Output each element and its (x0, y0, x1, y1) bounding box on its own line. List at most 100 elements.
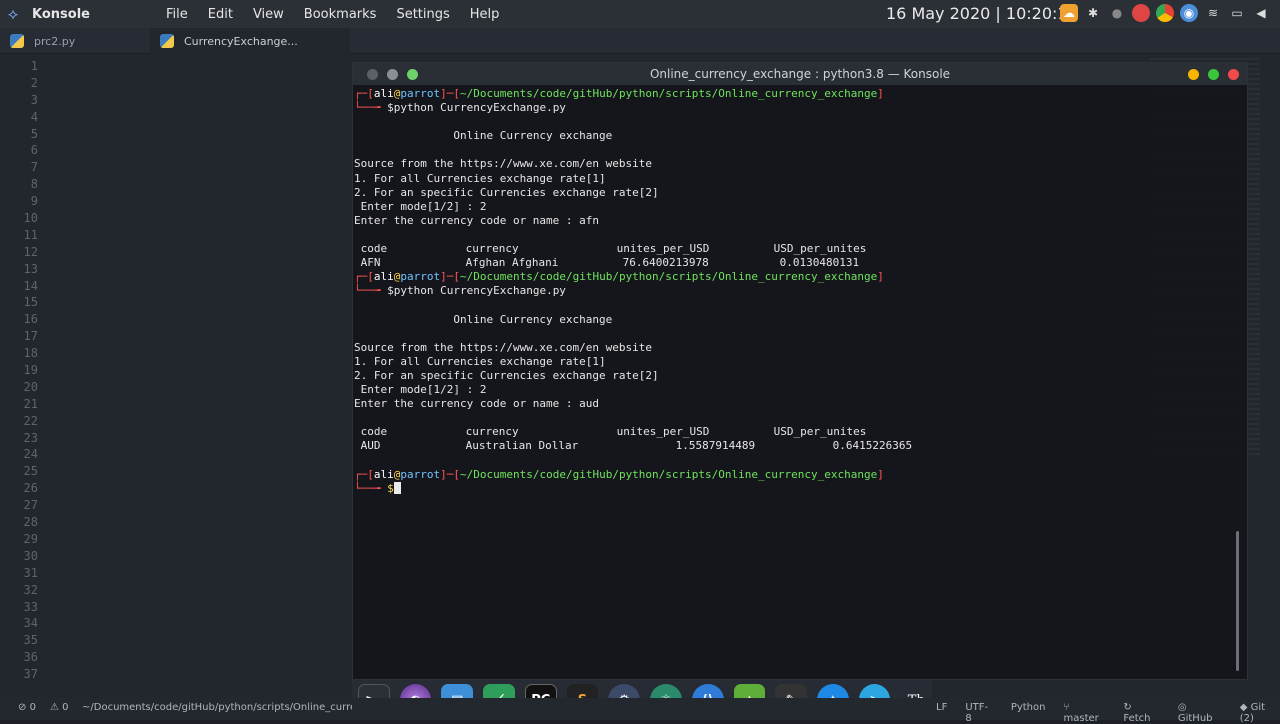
git-panel[interactable]: ◆ Git (2) (1240, 702, 1280, 724)
maximize-button[interactable] (1208, 69, 1219, 80)
git-branch[interactable]: ⑂ master (1063, 702, 1105, 724)
prompt-host: parrot (400, 467, 441, 481)
git-fetch[interactable]: ↻ Fetch (1123, 702, 1159, 724)
prompt-user: ali (373, 467, 394, 481)
git-label: Git (2) (1239, 702, 1266, 724)
cell-code: AUD (360, 439, 381, 453)
warnings-value: 0 (62, 702, 69, 713)
terminal-line: Enter mode[1/2] : 2 (354, 382, 487, 396)
terminal-line: 2. For an specific Currencies exchange r… (354, 185, 659, 199)
menu-bookmarks[interactable]: Bookmarks (294, 7, 387, 22)
line-number: 7 (30, 160, 38, 175)
prompt-user: ali (373, 270, 394, 284)
globe-icon[interactable]: ◉ (1180, 4, 1198, 22)
line-number: 28 (23, 515, 38, 530)
terminal-line: Online Currency exchange (354, 313, 1234, 327)
line-number: 10 (23, 211, 38, 226)
system-tray: ☁ ✱ ● ◉ ≋ ▭ ◀ ⋯ (1060, 4, 1280, 22)
menu-view[interactable]: View (243, 7, 294, 22)
line-number: 33 (23, 599, 38, 614)
command: $python CurrencyExchange.py (387, 101, 566, 115)
text-cursor (393, 481, 401, 494)
minimize-button[interactable] (1188, 69, 1199, 80)
notifications-icon[interactable]: ✱ (1084, 4, 1102, 22)
cell-usd-per-unites: 0.6415226365 (832, 439, 913, 453)
cell-code: AFN (360, 256, 381, 270)
prompt-path: ~/Documents/code/gitHub/python/scripts/O… (460, 467, 878, 481)
editor-tab-bar: prc2.py CurrencyExchange... (0, 28, 1280, 54)
errors-count[interactable]: ⊘ 0 (18, 702, 36, 713)
col-unites-per-usd: unites_per_USD (616, 425, 710, 439)
github-panel[interactable]: ◎ GitHub (1178, 702, 1222, 724)
cell-unites-per-usd: 1.5587914489 (675, 439, 756, 453)
cell-usd-per-unites: 0.0130480131 (779, 256, 860, 270)
terminal-line: Source from the https://www.xe.com/en we… (354, 157, 653, 171)
line-number: 14 (23, 278, 38, 293)
terminal-scrollbar[interactable] (1236, 531, 1239, 671)
diagnostics[interactable]: ⊘ 0 ⚠ 0 (18, 702, 68, 713)
line-number: 5 (30, 126, 38, 141)
tab-prc2[interactable]: prc2.py (0, 28, 150, 54)
file-path[interactable]: ~/Documents/code/gitHub/python/scripts/O… (82, 702, 352, 713)
line-number: 35 (23, 633, 38, 648)
line-number: 4 (30, 109, 38, 124)
python-file-icon (160, 34, 174, 48)
col-code: code (360, 242, 388, 256)
line-number: 17 (23, 329, 38, 344)
line-ending[interactable]: LF (936, 702, 947, 724)
volume-icon[interactable]: ◀ (1252, 4, 1270, 22)
line-number: 3 (30, 92, 38, 107)
terminal-line: Online Currency exchange (354, 129, 1234, 143)
line-number: 15 (23, 295, 38, 310)
terminal-input-line[interactable]: └──╼ $ (354, 481, 1234, 496)
clock[interactable]: 16 May 2020 | 10:20:16 (886, 4, 1078, 23)
record-icon[interactable] (1132, 4, 1150, 22)
menu-file[interactable]: File (156, 7, 198, 22)
chrome-icon[interactable] (1156, 4, 1174, 22)
prompt-host: parrot (400, 87, 441, 100)
github-label: GitHub (1177, 713, 1213, 724)
prompt-symbol: $ (387, 481, 394, 495)
tab-label: prc2.py (34, 34, 76, 48)
warnings-count[interactable]: ⚠ 0 (50, 702, 69, 713)
line-number: 21 (23, 396, 38, 411)
konsole-titlebar[interactable]: Online_currency_exchange : python3.8 — K… (353, 63, 1247, 85)
microphone-icon[interactable]: ● (1108, 4, 1126, 22)
line-number: 30 (23, 548, 38, 563)
parrot-logo-icon[interactable]: ⟡ (0, 0, 26, 28)
line-number: 19 (23, 363, 38, 378)
weather-icon[interactable]: ☁ (1060, 4, 1078, 22)
result-header-row: code currency unites_per_USD USD_per_unites (354, 425, 1234, 439)
fetch-label: Fetch (1123, 713, 1151, 724)
tab-currency-exchange[interactable]: CurrencyExchange... (150, 28, 350, 54)
menu-help[interactable]: Help (460, 7, 510, 22)
tray-expand-icon[interactable]: ⋯ (1276, 4, 1280, 22)
menu-edit[interactable]: Edit (198, 7, 243, 22)
line-number: 31 (23, 565, 38, 580)
terminal-prompt: ┌─[ali@parrot]─[~/Documents/code/gitHub/… (354, 87, 884, 100)
battery-icon[interactable]: ▭ (1228, 4, 1246, 22)
active-app-name: Konsole (32, 6, 90, 22)
line-number: 36 (23, 650, 38, 665)
prompt-user: ali (373, 87, 394, 100)
line-number-gutter: 1 2 3 4 5 6 7 8 9 10 11 12 13 14 15 16 1… (0, 58, 52, 683)
line-number: 27 (23, 498, 38, 513)
line-number: 23 (23, 430, 38, 445)
line-number: 8 (30, 177, 38, 192)
system-top-panel: ⟡ Konsole File Edit View Bookmarks Setti… (0, 0, 1280, 28)
language-mode[interactable]: Python (1011, 702, 1046, 724)
line-number: 24 (23, 447, 38, 462)
konsole-window: Online_currency_exchange : python3.8 — K… (352, 62, 1248, 680)
terminal-output[interactable]: ┌─[ali@parrot]─[~/Documents/code/gitHub/… (354, 87, 1234, 496)
terminal-prompt: ┌─[ali@parrot]─[~/Documents/code/gitHub/… (354, 467, 884, 481)
encoding[interactable]: UTF-8 (965, 702, 992, 724)
tab-label: CurrencyExchange... (184, 34, 298, 48)
branch-name: master (1063, 713, 1099, 724)
close-button[interactable] (1228, 69, 1239, 80)
menu-settings[interactable]: Settings (386, 7, 459, 22)
konsole-title: Online_currency_exchange : python3.8 — K… (649, 67, 951, 81)
col-unites-per-usd: unites_per_USD (616, 242, 710, 256)
result-row: AUD Australian Dollar 1.5587914489 0.641522… (354, 439, 1234, 453)
wifi-icon[interactable]: ≋ (1204, 4, 1222, 22)
prompt-host: parrot (400, 270, 441, 284)
